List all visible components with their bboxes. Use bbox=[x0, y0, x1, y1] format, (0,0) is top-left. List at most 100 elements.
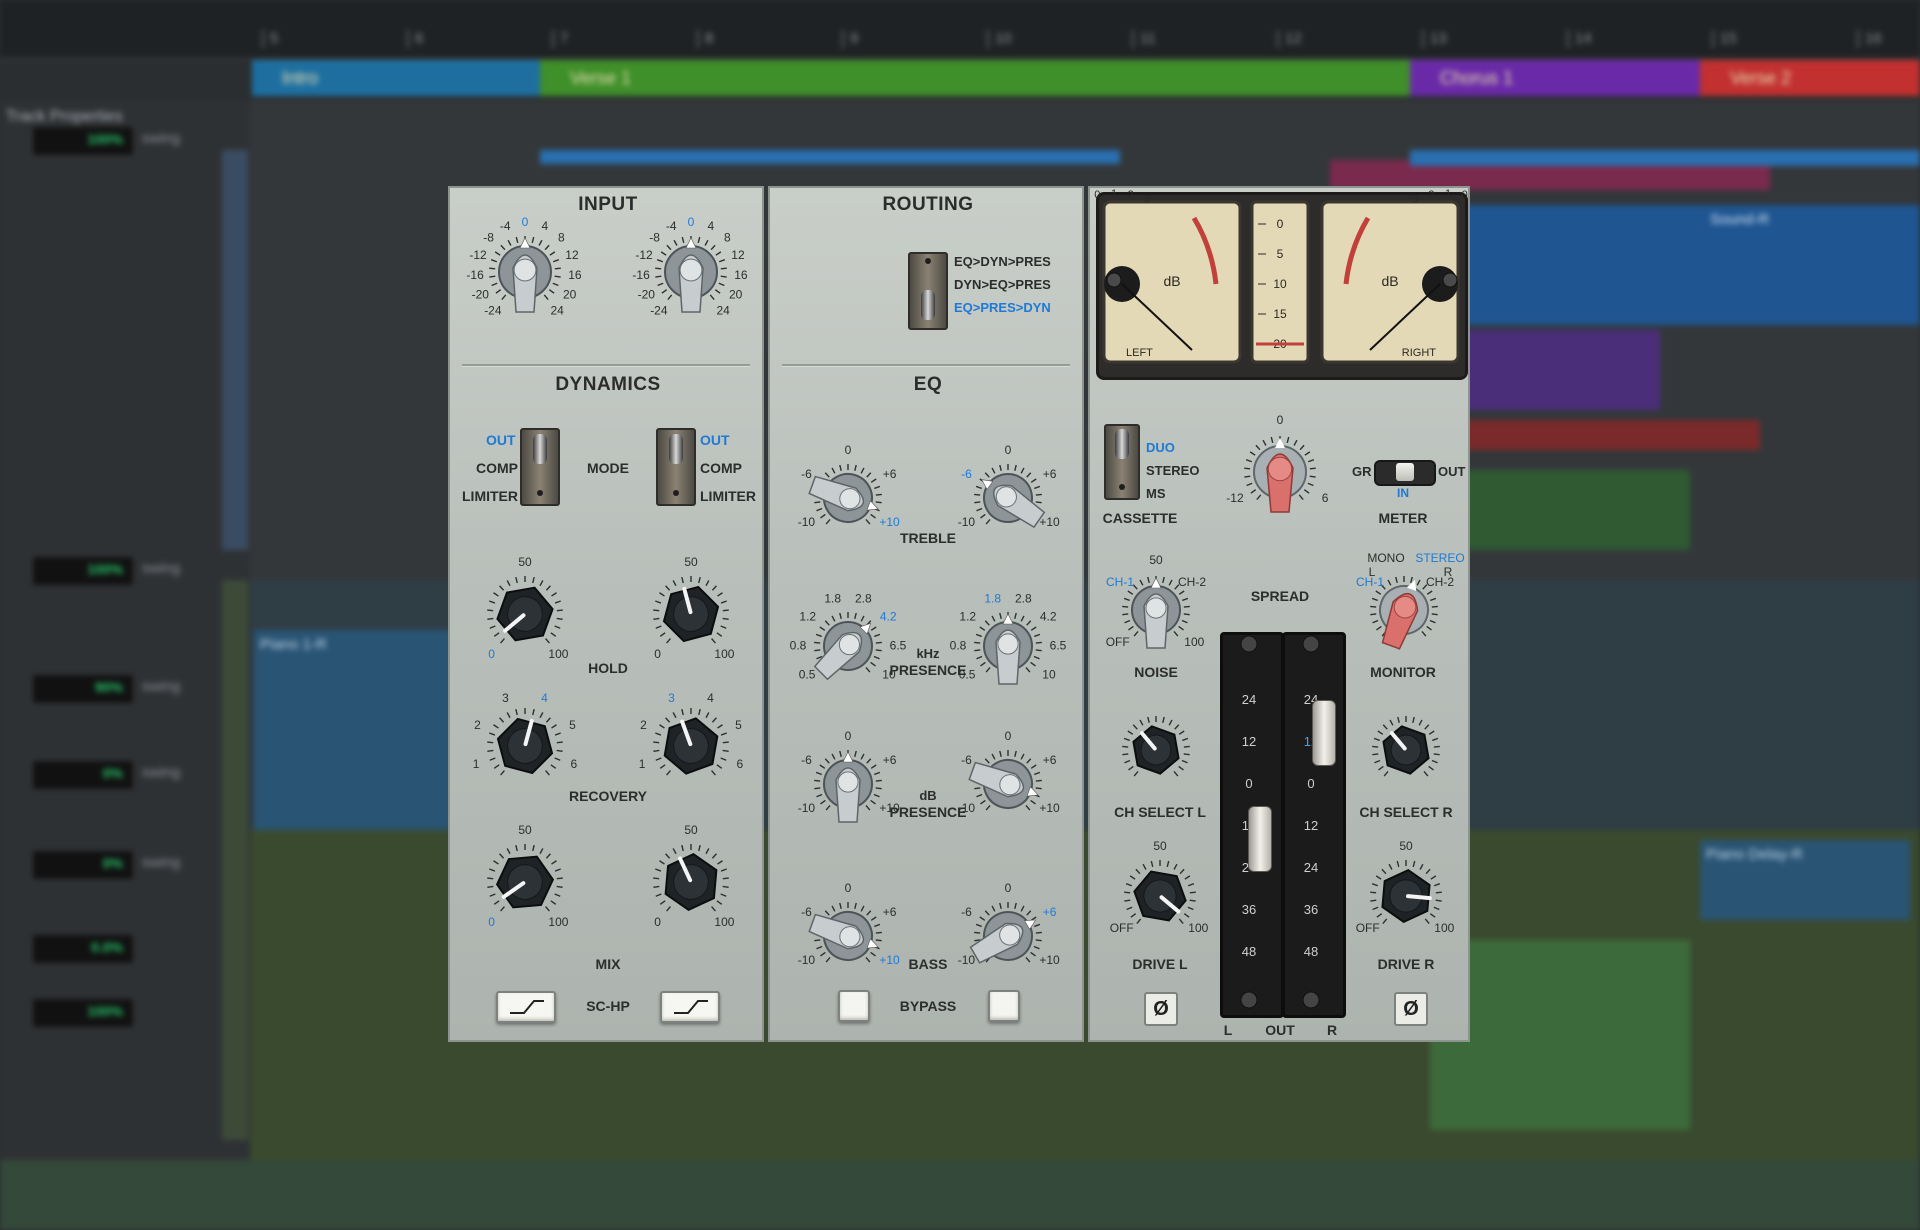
phase-right-button[interactable]: Ø bbox=[1394, 992, 1428, 1026]
mix-left-knob[interactable] bbox=[487, 844, 563, 920]
knob-tick bbox=[545, 585, 551, 591]
knob-tick bbox=[550, 900, 557, 905]
output-fader-right-handle[interactable] bbox=[1312, 700, 1336, 766]
knob-tick bbox=[532, 708, 535, 716]
mode-right-out: OUT bbox=[700, 432, 730, 448]
knob-tick bbox=[657, 282, 664, 287]
output-fader-left-handle[interactable] bbox=[1248, 806, 1272, 872]
clip[interactable]: Piano Delay-R bbox=[1700, 840, 1910, 920]
knob-tick bbox=[489, 275, 496, 278]
bass-right-knob[interactable] bbox=[963, 899, 1048, 976]
track-value-field[interactable]: 0.0% bbox=[32, 934, 134, 964]
track-value-field[interactable]: 0% bbox=[32, 760, 134, 790]
timeline-ruler[interactable]: 567891011121314151617 bbox=[0, 0, 1920, 60]
clip[interactable] bbox=[1460, 470, 1690, 550]
presence-freq-left-knob[interactable] bbox=[804, 606, 887, 689]
clip[interactable] bbox=[1460, 330, 1660, 410]
clip[interactable] bbox=[540, 150, 1120, 164]
track-value: 100% bbox=[87, 131, 123, 147]
bypass-left-button[interactable] bbox=[838, 990, 870, 1022]
bypass-right-button[interactable] bbox=[988, 990, 1020, 1022]
treble-scale-label: -10 bbox=[958, 515, 976, 529]
knob-tick bbox=[1034, 633, 1041, 638]
knob-tick bbox=[722, 617, 729, 620]
mode-left-switch[interactable] bbox=[520, 428, 560, 506]
clip[interactable]: Sound-R bbox=[1460, 205, 1920, 325]
presence-freq-scale-label: 1.8 bbox=[984, 591, 1001, 605]
bass-left-knob[interactable] bbox=[804, 900, 886, 969]
knob-tick bbox=[515, 236, 519, 244]
knob-tick bbox=[985, 666, 991, 673]
track-value-field[interactable]: 90% bbox=[32, 674, 134, 704]
knob-tick bbox=[984, 910, 990, 916]
routing-option-eq-pres-dyn[interactable]: EQ>PRES>DYN bbox=[954, 300, 1051, 315]
presence-freq-right-knob[interactable] bbox=[974, 612, 1042, 685]
arrangement-marker[interactable]: Intro bbox=[252, 60, 540, 96]
arrangement-marker[interactable]: Verse 2 bbox=[1700, 60, 1920, 96]
presence-gain-scale-label: 0 bbox=[1005, 729, 1012, 743]
knob-tick bbox=[718, 259, 726, 263]
recovery-left-knob[interactable] bbox=[487, 708, 563, 777]
hold-left-knob[interactable] bbox=[487, 576, 563, 652]
knob-tick bbox=[1035, 641, 1042, 644]
input-scale-label: 20 bbox=[729, 287, 743, 301]
knob-tick bbox=[655, 868, 662, 872]
track-row[interactable]: 90% swing bbox=[0, 660, 250, 714]
arrangement-marker[interactable]: Chorus 1 bbox=[1410, 60, 1700, 96]
knob-tick bbox=[1025, 666, 1031, 673]
presence-gain-left-knob[interactable] bbox=[814, 750, 882, 823]
knob-tick bbox=[816, 793, 823, 798]
input-left-knob[interactable] bbox=[489, 236, 561, 313]
recovery-scale-label: 3 bbox=[668, 691, 675, 705]
track-value-field[interactable]: 100% bbox=[32, 556, 134, 586]
knob-tick bbox=[499, 585, 505, 591]
knob-tick bbox=[975, 485, 982, 490]
knob-tick bbox=[831, 615, 836, 622]
knob-tick bbox=[499, 717, 505, 723]
clip[interactable] bbox=[1460, 420, 1760, 450]
track-value: 100% bbox=[87, 561, 123, 577]
routing-option-dyn-eq-pres[interactable]: DYN>EQ>PRES bbox=[954, 277, 1051, 292]
sc-hp-left-button[interactable] bbox=[496, 991, 556, 1023]
treble-left-knob[interactable] bbox=[804, 462, 886, 531]
knob-tick bbox=[975, 633, 982, 638]
recovery-right-knob[interactable] bbox=[653, 708, 729, 778]
mode-right-switch[interactable] bbox=[656, 428, 696, 506]
routing-switch[interactable] bbox=[908, 252, 948, 330]
knob-tick bbox=[665, 717, 671, 723]
clip[interactable]: Piano 1-R bbox=[254, 630, 454, 830]
arrangement-marker[interactable]: Verse 1 bbox=[540, 60, 1410, 96]
track-value-field[interactable]: 0% bbox=[32, 850, 134, 880]
input-right-knob[interactable] bbox=[655, 236, 727, 313]
track-value-field[interactable]: 100% bbox=[32, 126, 134, 156]
hold-right-knob[interactable] bbox=[653, 576, 729, 645]
track-row[interactable]: 0% swing bbox=[0, 746, 250, 800]
track-row[interactable]: 0.0% bbox=[0, 920, 250, 974]
presence-gain-scale-label: -6 bbox=[801, 753, 812, 767]
bass-scale-label: +10 bbox=[879, 953, 900, 967]
knob-tick bbox=[991, 905, 996, 912]
track-row[interactable]: 100% swing bbox=[0, 112, 250, 166]
knob-tick bbox=[493, 764, 500, 769]
knob-tick bbox=[554, 868, 561, 872]
recovery-scale-label: 6 bbox=[737, 757, 744, 771]
sc-hp-right-button[interactable] bbox=[660, 991, 720, 1023]
ruler-label: 7 bbox=[560, 30, 569, 47]
track-row[interactable]: 0% swing bbox=[0, 836, 250, 890]
track-row[interactable]: 100% bbox=[0, 984, 250, 1038]
knob-tick bbox=[551, 592, 557, 597]
clip[interactable] bbox=[1410, 150, 1920, 166]
knob-tick bbox=[975, 923, 982, 928]
phase-left-button[interactable]: Ø bbox=[1144, 992, 1178, 1026]
knob-tick bbox=[717, 724, 723, 729]
panel-input-dynamics: INPUT -24 -20 -16 -12 -8 -4 0 4 8 12 16 20 24 -24 -20-… bbox=[448, 186, 764, 1042]
mix-right-knob[interactable] bbox=[653, 844, 729, 916]
routing-option-eq-dyn-pres[interactable]: EQ>DYN>PRES bbox=[954, 254, 1051, 269]
knob-tick bbox=[831, 467, 836, 474]
track-row[interactable]: 100% swing bbox=[0, 542, 250, 596]
presence-gain-right-knob[interactable] bbox=[964, 748, 1046, 817]
fader-scale-label: 48 bbox=[1242, 944, 1256, 959]
knob-tick bbox=[870, 764, 877, 769]
knob-tick bbox=[839, 902, 842, 910]
track-value-field[interactable]: 100% bbox=[32, 998, 134, 1028]
